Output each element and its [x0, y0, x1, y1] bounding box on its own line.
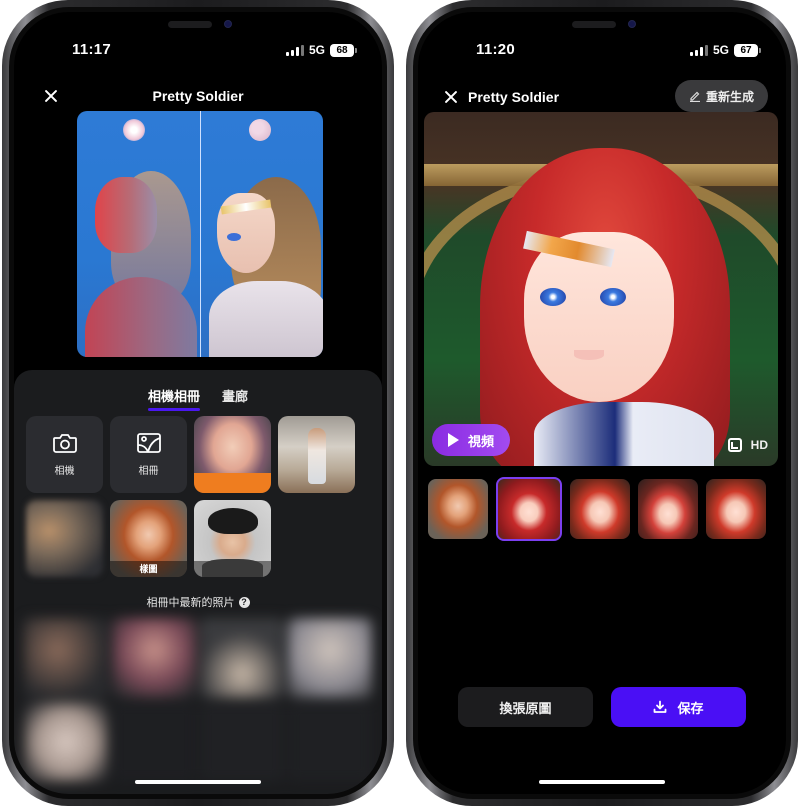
network-type: 5G: [308, 43, 325, 57]
status-time: 11:20: [476, 41, 516, 58]
home-indicator[interactable]: [135, 780, 261, 784]
screen-right: 11:20 5G 67 Pretty Soldier 重新生成 視頻 HD 換張…: [418, 12, 786, 794]
photo-thumbnail[interactable]: [278, 416, 355, 493]
hd-button[interactable]: HD: [727, 438, 768, 452]
generated-anime-image[interactable]: 視頻 HD: [424, 112, 778, 466]
download-icon: [654, 700, 667, 713]
home-indicator[interactable]: [539, 780, 665, 784]
recent-photo[interactable]: [112, 702, 196, 782]
recent-photo[interactable]: [200, 618, 284, 698]
photo-thumbnail[interactable]: [194, 416, 271, 493]
regenerate-label: 重新生成: [705, 89, 754, 104]
save-button[interactable]: 保存: [611, 687, 746, 727]
photo-picker-sheet: 相機相冊 畫廊 相機 相冊 樣圖 樣圖 相冊中最新的照片 ?: [14, 370, 382, 794]
preview-original-photo: [77, 111, 200, 357]
phone-frame-right: 11:20 5G 67 Pretty Soldier 重新生成 視頻 HD 換張…: [406, 0, 798, 806]
thumbnail-result-selected[interactable]: [496, 477, 562, 541]
recent-photos-grid: [24, 618, 372, 794]
camera-label: 相機: [54, 466, 75, 477]
thumbnail-result[interactable]: [570, 479, 630, 539]
video-label: 視頻: [468, 433, 495, 449]
camera-icon: [52, 434, 77, 453]
recent-photo[interactable]: [288, 618, 372, 698]
gallery-icon: [136, 433, 161, 453]
expand-icon: [727, 438, 742, 452]
front-camera: [628, 20, 636, 28]
pencil-icon: [689, 91, 700, 102]
thumbnail-result[interactable]: [706, 479, 766, 539]
camera-button[interactable]: 相機: [26, 416, 103, 493]
picker-tabs: 相機相冊 畫廊: [14, 386, 382, 411]
change-original-button[interactable]: 換張原圖: [458, 687, 593, 727]
status-bar: 11:17 5G 68: [14, 39, 382, 61]
recent-photo[interactable]: [24, 702, 108, 782]
page-title: Pretty Soldier: [152, 88, 244, 104]
recent-photo[interactable]: [288, 702, 372, 782]
tab-camera-album[interactable]: 相機相冊: [147, 386, 201, 411]
signal-icon: [285, 44, 304, 56]
tab-gallery[interactable]: 畫廊: [222, 386, 248, 411]
sample-badge: 樣圖: [110, 561, 187, 577]
speaker: [572, 21, 616, 28]
recent-photos-label: 相冊中最新的照片: [146, 597, 235, 609]
regenerate-button[interactable]: 重新生成: [674, 80, 768, 112]
save-label: 保存: [677, 700, 704, 716]
network-type: 5G: [712, 43, 729, 57]
thumbnail-result[interactable]: [638, 479, 698, 539]
sample-photo-man[interactable]: 樣圖: [194, 500, 271, 577]
action-buttons: 換張原圖 保存: [458, 687, 746, 727]
preview-anime-result: [199, 111, 323, 357]
page-title: Pretty Soldier: [468, 89, 560, 105]
moon: [123, 119, 145, 141]
close-icon[interactable]: [442, 88, 460, 106]
front-camera: [224, 20, 232, 28]
screen-left: 11:17 5G 68 Pretty Soldier 相機相冊 畫廊 相機 相冊…: [14, 12, 382, 794]
sample-badge: 樣圖: [194, 561, 271, 577]
help-icon[interactable]: ?: [238, 596, 250, 608]
video-button[interactable]: 視頻: [432, 424, 511, 456]
status-bar: 11:20 5G 67: [418, 39, 786, 61]
photo-grid: 相機 相冊 樣圖 樣圖: [26, 416, 370, 577]
battery-icon: 67: [734, 43, 761, 57]
status-time: 11:17: [72, 41, 112, 58]
sample-photo-woman[interactable]: 樣圖: [110, 500, 187, 577]
result-thumbnails: [428, 477, 776, 541]
moon: [248, 119, 271, 141]
thumbnail-original[interactable]: [428, 479, 488, 539]
play-icon: [448, 433, 459, 447]
album-button[interactable]: 相冊: [110, 416, 187, 493]
speaker: [168, 21, 212, 28]
photo-thumbnail-blurred[interactable]: [26, 500, 103, 577]
style-preview-image: [77, 111, 323, 357]
hd-label: HD: [750, 438, 768, 452]
album-label: 相冊: [138, 466, 159, 477]
phone-frame-left: 11:17 5G 68 Pretty Soldier 相機相冊 畫廊 相機 相冊…: [2, 0, 394, 806]
recent-photo[interactable]: [112, 618, 196, 698]
signal-icon: [689, 44, 708, 56]
battery-icon: 68: [330, 43, 357, 57]
recent-photo[interactable]: [24, 618, 108, 698]
header: Pretty Soldier: [14, 84, 382, 114]
recent-photo[interactable]: [200, 702, 284, 782]
recent-photos-heading: 相冊中最新的照片 ?: [14, 594, 382, 610]
